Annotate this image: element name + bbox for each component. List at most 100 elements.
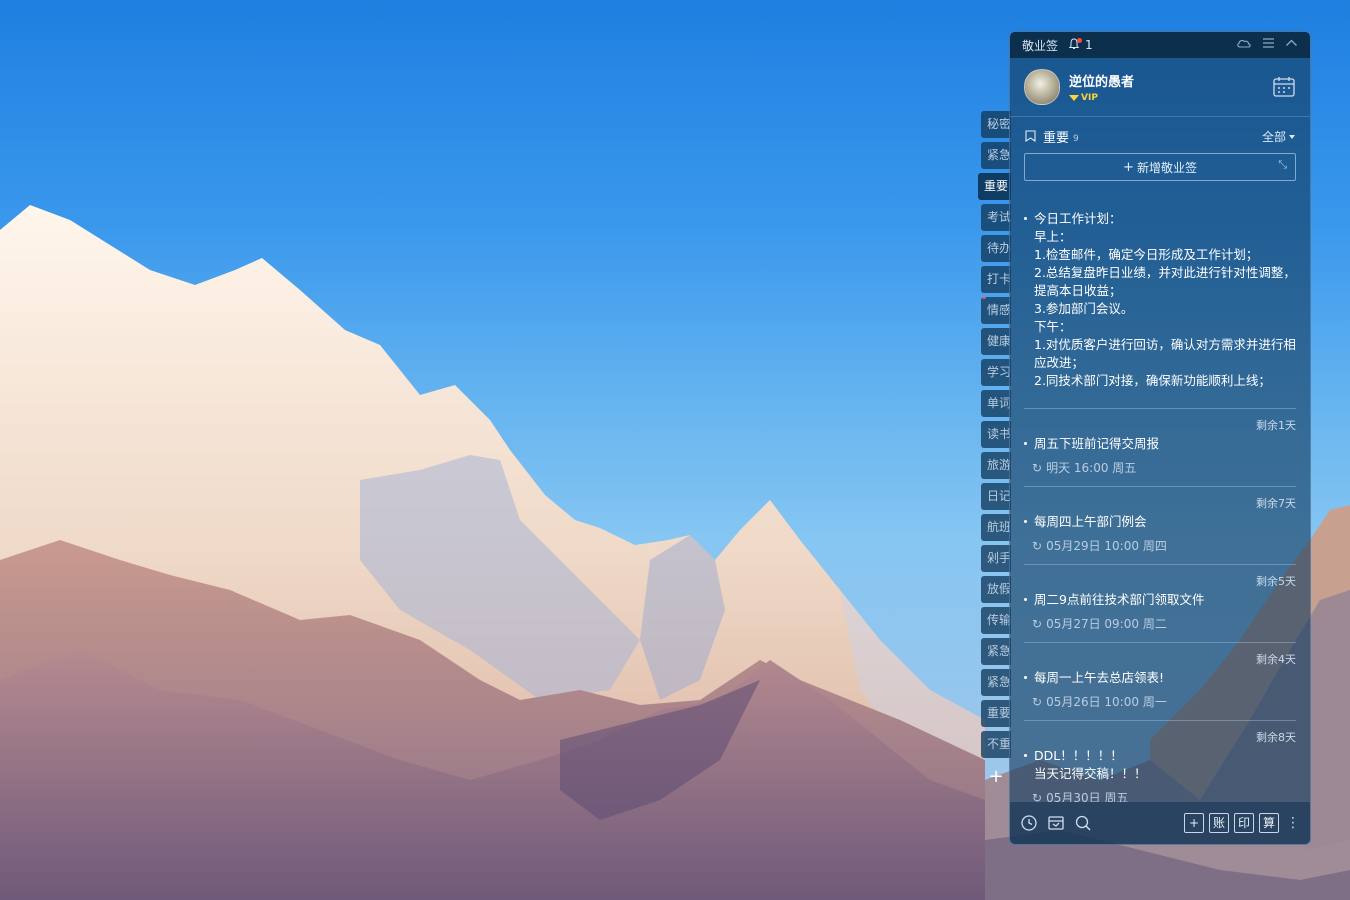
more-icon[interactable]: ⋮ bbox=[1286, 815, 1300, 831]
stamp-button[interactable]: 印 bbox=[1234, 813, 1254, 833]
collapse-icon[interactable] bbox=[1285, 37, 1298, 53]
search-glyph bbox=[1075, 815, 1091, 831]
side-tab[interactable]: 旅游 bbox=[981, 452, 1011, 479]
bookmark-icon bbox=[1025, 130, 1036, 142]
bullet-icon bbox=[1024, 754, 1027, 757]
note-line: 每周一上午去总店领表! bbox=[1034, 670, 1165, 685]
side-tab[interactable]: 打卡 bbox=[981, 266, 1011, 293]
note-line: DDL！！！！！ bbox=[1034, 748, 1123, 763]
avatar[interactable] bbox=[1024, 69, 1060, 105]
side-tab[interactable]: 剁手 bbox=[981, 545, 1011, 572]
calendar-icon[interactable] bbox=[1272, 76, 1296, 98]
plus-icon: + bbox=[1123, 159, 1134, 175]
expand-icon[interactable]: ⤡ bbox=[1278, 158, 1287, 172]
side-tab-label: 秘密 bbox=[987, 117, 1011, 131]
note-item[interactable]: 剩余1天 周五下班前记得交周报 ↻ 明天 16:00 周五 bbox=[1024, 409, 1296, 487]
add-category-button[interactable]: + bbox=[981, 763, 1011, 790]
add-icon[interactable]: + bbox=[1184, 813, 1204, 833]
side-tab-label: 放假 bbox=[987, 582, 1011, 596]
side-tab[interactable]: 健康 bbox=[981, 328, 1011, 355]
side-tab-label: 重要 bbox=[987, 706, 1011, 720]
add-note-label: 新增敬业签 bbox=[1136, 160, 1197, 175]
notification-count: 1 bbox=[1085, 38, 1093, 52]
title-bar: 敬业签 1 bbox=[1010, 32, 1310, 58]
tool-buttons: + 账 印 算 ⋮ bbox=[1184, 813, 1300, 833]
remaining-days: 剩余1天 bbox=[1256, 419, 1296, 432]
side-tab-label: 日记 bbox=[987, 489, 1011, 503]
bell-icon[interactable] bbox=[1068, 37, 1083, 53]
collapse-glyph bbox=[1286, 39, 1297, 46]
bullet-icon bbox=[1024, 598, 1027, 601]
side-tab[interactable]: 单词 bbox=[981, 390, 1011, 417]
add-note-button[interactable]: + 新增敬业签 ⤡ bbox=[1024, 153, 1296, 181]
calculator-button[interactable]: 算 bbox=[1259, 813, 1279, 833]
side-tab[interactable]: 不重 bbox=[981, 731, 1011, 758]
sticky-notes-panel: 敬业签 1 逆位的愚者 VIP 重要 9 全部 + 新增敬业签 ⤡ 今日工作计划… bbox=[1009, 31, 1311, 845]
side-tab[interactable]: 待办 bbox=[981, 235, 1011, 262]
side-tab[interactable]: 重要 bbox=[978, 173, 1011, 200]
note-item[interactable]: 剩余7天 每周四上午部门例会 ↻ 05月29日 10:00 周四 bbox=[1024, 487, 1296, 565]
side-tab-label: 传输 bbox=[987, 613, 1011, 627]
side-tab[interactable]: 重要 bbox=[981, 700, 1011, 727]
note-line: 周二9点前往技术部门领取文件 bbox=[1034, 592, 1205, 607]
side-tab[interactable]: 读书 bbox=[981, 421, 1011, 448]
side-tab-label: 情感 bbox=[987, 303, 1011, 317]
ledger-button[interactable]: 账 bbox=[1209, 813, 1229, 833]
side-tab[interactable]: 学习 bbox=[981, 359, 1011, 386]
side-tab[interactable]: 紧急 bbox=[981, 142, 1011, 169]
note-line: 下午： bbox=[1034, 319, 1072, 334]
note-line: 周五下班前记得交周报 bbox=[1034, 436, 1160, 451]
note-reminder: ↻ 05月29日 10:00 周四 bbox=[1024, 531, 1296, 564]
vip-badge[interactable]: VIP bbox=[1069, 93, 1134, 103]
reminder-time: 05月29日 10:00 周四 bbox=[1046, 539, 1167, 553]
side-tab[interactable]: 紧急 bbox=[981, 669, 1011, 696]
reminder-time: 明天 16:00 周五 bbox=[1046, 461, 1137, 475]
menu-glyph bbox=[1263, 38, 1274, 48]
bullet-icon bbox=[1024, 520, 1027, 523]
side-tab[interactable]: 情感 bbox=[981, 297, 1011, 324]
note-line: 1.检查邮件，确定今日形成及工作计划； bbox=[1034, 247, 1259, 262]
note-line: 2.总结复盘昨日业绩，并对此进行针对性调整，提高本日收益； bbox=[1034, 265, 1296, 298]
note-content: 今日工作计划： 早上： 1.检查邮件，确定今日形成及工作计划； 2.总结复盘昨日业绩，… bbox=[1024, 196, 1296, 390]
note-item[interactable]: 剩余8天 DDL！！！！！ 当天记得交稿！！！ ↻ 05月30日 周五 bbox=[1024, 721, 1296, 802]
side-tab[interactable]: 紧急 bbox=[981, 638, 1011, 665]
user-name: 逆位的愚者 bbox=[1069, 75, 1135, 90]
note-item[interactable]: 剩余4天 每周一上午去总店领表! ↻ 05月26日 10:00 周一 bbox=[1024, 643, 1296, 721]
search-icon[interactable] bbox=[1074, 814, 1092, 832]
vip-label: VIP bbox=[1081, 93, 1098, 103]
remaining-days: 剩余7天 bbox=[1256, 497, 1296, 510]
side-tab[interactable]: 航班 bbox=[981, 514, 1011, 541]
side-tab-label: 打卡 bbox=[987, 272, 1011, 286]
side-tab-label: 健康 bbox=[987, 334, 1011, 348]
reminder-time: 05月26日 10:00 周一 bbox=[1046, 695, 1167, 709]
note-item[interactable]: 今日工作计划： 早上： 1.检查邮件，确定今日形成及工作计划； 2.总结复盘昨日业绩，… bbox=[1024, 196, 1296, 409]
cloud-glyph bbox=[1237, 39, 1251, 48]
remaining-days: 剩余4天 bbox=[1256, 653, 1296, 666]
filter-scope-dropdown[interactable]: 全部 bbox=[1262, 128, 1295, 145]
notes-list: 今日工作计划： 早上： 1.检查邮件，确定今日形成及工作计划； 2.总结复盘昨日业绩，… bbox=[1010, 196, 1310, 802]
note-line: 早上： bbox=[1034, 229, 1072, 244]
side-tab-label: 不重 bbox=[987, 737, 1011, 751]
side-tab[interactable]: 传输 bbox=[981, 607, 1011, 634]
side-tab-label: 读书 bbox=[987, 427, 1011, 441]
archive-icon[interactable] bbox=[1047, 814, 1065, 832]
side-tab-label: 剁手 bbox=[987, 551, 1011, 565]
side-tab-label: 紧急 bbox=[987, 644, 1011, 658]
side-tab[interactable]: 放假 bbox=[981, 576, 1011, 603]
clock-glyph bbox=[1021, 815, 1037, 831]
side-tab[interactable]: 秘密 bbox=[981, 111, 1011, 138]
note-line: 3.参加部门会议。 bbox=[1034, 301, 1134, 316]
bullet-icon bbox=[1024, 442, 1027, 445]
note-content: 每周一上午去总店领表! bbox=[1024, 669, 1296, 687]
side-tab[interactable]: 考试 bbox=[981, 204, 1011, 231]
menu-icon[interactable] bbox=[1262, 37, 1275, 53]
side-tab-label: 紧急 bbox=[987, 148, 1011, 162]
note-item[interactable]: 剩余5天 周二9点前往技术部门领取文件 ↻ 05月27日 09:00 周二 bbox=[1024, 565, 1296, 643]
unread-dot bbox=[982, 297, 986, 299]
clock-icon[interactable] bbox=[1020, 814, 1038, 832]
note-reminder: ↻ 05月27日 09:00 周二 bbox=[1024, 609, 1296, 642]
caret-down-icon bbox=[1289, 135, 1295, 139]
side-tab-label: 考试 bbox=[987, 210, 1011, 224]
cloud-icon[interactable] bbox=[1236, 37, 1252, 53]
side-tab[interactable]: 日记 bbox=[981, 483, 1011, 510]
